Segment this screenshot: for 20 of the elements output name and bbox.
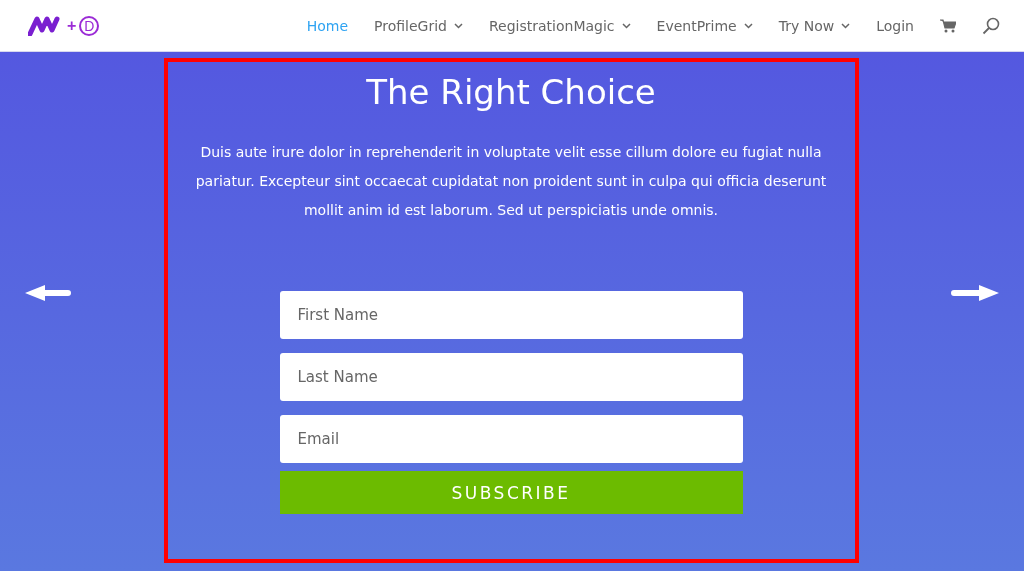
text-field[interactable]: Email xyxy=(279,415,743,463)
chevron-down-icon xyxy=(453,22,463,29)
hero-title: The Right Choice xyxy=(366,72,656,112)
nav-link[interactable]: EventPrime xyxy=(656,17,753,34)
nav-link[interactable]: Login xyxy=(876,17,914,34)
next-arrow-icon[interactable] xyxy=(951,284,999,302)
previous-arrow-icon[interactable] xyxy=(25,284,71,302)
text-field[interactable]: First Name xyxy=(279,291,743,339)
nav-link[interactable]: RegistrationMagic xyxy=(488,17,631,34)
logo-plus: + xyxy=(67,16,77,35)
chevron-down-icon xyxy=(621,22,631,29)
chevron-down-icon xyxy=(841,22,851,29)
nav-link[interactable]: ProfileGrid xyxy=(374,17,463,34)
cart-icon[interactable] xyxy=(940,18,956,33)
text-field[interactable]: Last Name xyxy=(279,353,743,401)
logo-letter: D xyxy=(79,15,100,36)
search-icon[interactable] xyxy=(982,16,1000,35)
hero-text: Duis aute irure dolor in reprehenderit in voluptate velit esse cillum dolore eu fugiat nulla pariatur. Excepteur sint occaecat cupidatat non proident sunt in culpa qui officia deserunt mollit anim id est laborum. Sed ut perspiciatis unde omnis. xyxy=(194,143,828,220)
chevron-down-icon xyxy=(743,22,753,29)
nav-link[interactable]: Try Now xyxy=(778,17,851,34)
